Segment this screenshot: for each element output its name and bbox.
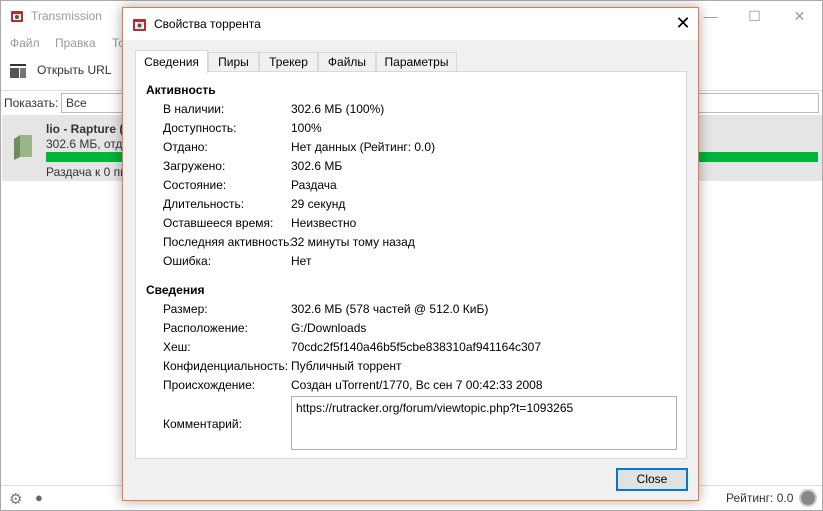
activity-label-downloaded: Загружено: — [163, 159, 226, 173]
transmission-app-icon — [11, 11, 23, 22]
gear-icon[interactable]: ⚙ — [9, 490, 22, 508]
open-url-icon — [10, 64, 26, 78]
details-value-location: G:/Downloads — [291, 321, 367, 335]
activity-value-running-time: 29 секунд — [291, 197, 346, 211]
activity-section-title: Активность — [146, 83, 216, 97]
open-url-label: Открыть URL — [37, 63, 112, 78]
filter-label: Показать: — [4, 96, 59, 110]
folder-icon — [14, 135, 32, 160]
activity-label-have: В наличии: — [163, 102, 225, 116]
details-label-size: Размер: — [163, 302, 208, 316]
details-label-privacy: Конфиденциальность: — [163, 359, 289, 373]
details-value-privacy: Публичный торрент — [291, 359, 402, 373]
torrent-name: lio - Rapture ( — [46, 122, 124, 136]
turtle-icon[interactable]: ● — [35, 490, 43, 505]
activity-value-remaining-time: Неизвестно — [291, 216, 357, 230]
details-value-origin: Создан uTorrent/1770, Вс сен 7 00:42:33 … — [291, 378, 543, 392]
details-value-hash: 70cdc2f5f140a46b5f5cbe838310af941164c307 — [291, 340, 542, 354]
transmission-dialog-icon — [133, 19, 146, 31]
details-label-hash: Хеш: — [163, 340, 191, 354]
activity-value-uploaded: Нет данных (Рейтинг: 0.0) — [291, 140, 436, 154]
tab-files[interactable]: Файлы — [318, 52, 376, 72]
details-section-title: Сведения — [146, 283, 205, 297]
activity-label-uploaded: Отдано: — [163, 140, 208, 154]
dialog-close-icon[interactable]: ✕ — [668, 8, 698, 40]
activity-value-state: Раздача — [291, 178, 337, 192]
dialog-title: Свойства торрента — [154, 17, 261, 31]
activity-value-last-activity: 32 минуты тому назад — [291, 235, 415, 249]
main-close-icon[interactable]: ✕ — [777, 1, 822, 32]
tab-options[interactable]: Параметры — [376, 52, 457, 72]
menu-file[interactable]: Файл — [10, 36, 40, 50]
tab-details[interactable]: Сведения — [135, 50, 208, 73]
ratio-icon[interactable] — [799, 489, 817, 507]
search-input[interactable] — [695, 93, 819, 113]
filter-select[interactable]: Все — [61, 93, 127, 113]
comment-field[interactable]: https://rutracker.org/forum/viewtopic.ph… — [291, 396, 677, 450]
dialog-titlebar: Свойства торрента ✕ — [123, 8, 698, 40]
main-window-title: Transmission — [31, 9, 102, 23]
torrent-properties-dialog: Свойства торрента ✕ Сведения Пиры Трекер… — [122, 7, 699, 501]
comment-label: Комментарий: — [163, 417, 242, 431]
activity-label-remaining-time: Оставшееся время: — [163, 216, 274, 230]
details-label-origin: Происхождение: — [163, 378, 256, 392]
maximize-icon[interactable]: ☐ — [732, 1, 777, 32]
activity-value-error: Нет — [291, 254, 312, 268]
activity-value-downloaded: 302.6 МБ — [291, 159, 343, 173]
activity-label-last-activity: Последняя активность: — [163, 235, 293, 249]
torrent-status: Раздача к 0 пи — [46, 165, 127, 179]
details-panel: Активность В наличии: 302.6 МБ (100%) До… — [135, 71, 687, 459]
torrent-info: 302.6 МБ, отда — [46, 137, 130, 151]
menu-edit[interactable]: Правка — [55, 36, 96, 50]
activity-label-error: Ошибка: — [163, 254, 212, 268]
activity-label-state: Состояние: — [163, 178, 227, 192]
activity-label-availability: Доступность: — [163, 121, 237, 135]
activity-label-running-time: Длительность: — [163, 197, 245, 211]
details-label-location: Расположение: — [163, 321, 248, 335]
details-value-size: 302.6 МБ (578 частей @ 512.0 КиБ) — [291, 302, 489, 316]
tab-peers[interactable]: Пиры — [208, 52, 259, 72]
tab-tracker[interactable]: Трекер — [259, 52, 318, 72]
activity-value-availability: 100% — [291, 121, 322, 135]
close-button[interactable]: Close — [616, 468, 688, 491]
open-url-button[interactable]: Открыть URL — [9, 63, 111, 79]
ratio-label: Рейтинг: 0.0 — [726, 491, 794, 505]
activity-value-have: 302.6 МБ (100%) — [291, 102, 385, 116]
